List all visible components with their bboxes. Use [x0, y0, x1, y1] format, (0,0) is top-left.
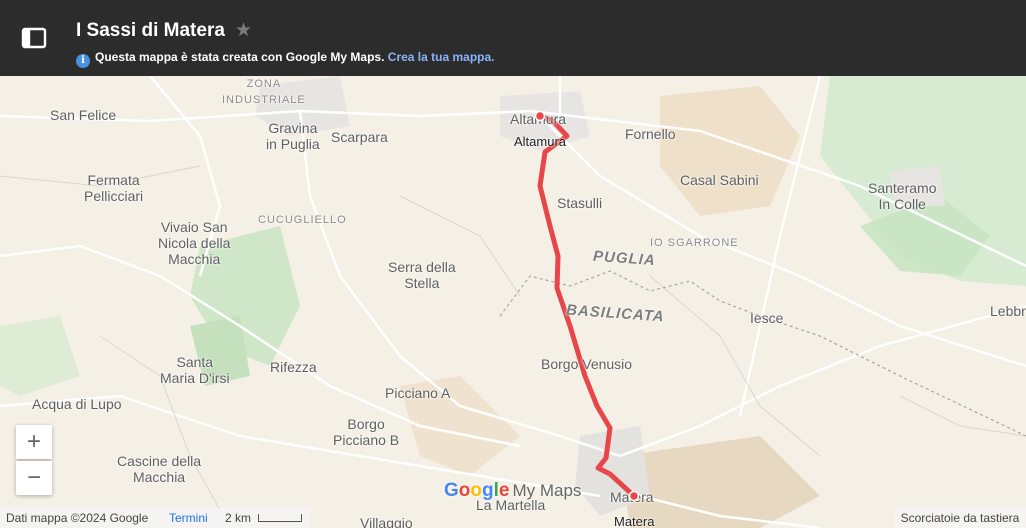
my-maps-label: My Maps — [512, 481, 582, 500]
label-zona-industriale: ZONA INDUSTRIALE — [222, 78, 306, 106]
label-san-felice: San Felice — [50, 107, 117, 123]
map-title: I Sassi di Matera — [76, 20, 225, 41]
label-fornello: Fornello — [625, 126, 676, 142]
scale-bar — [258, 514, 302, 522]
label-stasulli: Stasulli — [557, 195, 603, 211]
label-rifezza: Rifezza — [270, 359, 317, 375]
label-scarpara: Scarpara — [331, 129, 388, 145]
label-santeramo: Santeramo In Colle — [868, 180, 937, 212]
scale-label[interactable]: 2 km — [225, 508, 251, 528]
label-picciano-a: Picciano A — [385, 385, 451, 401]
label-matera-pin: Matera — [614, 514, 655, 528]
side-panel-icon — [21, 27, 47, 49]
label-altamura-pin: Altamura — [514, 134, 567, 149]
label-borgo-picciano: Borgo Picciano B — [333, 416, 400, 448]
label-vivaio: Vivaio San Nicola della Macchia — [158, 219, 231, 267]
label-io-sgarrone: IO SGARRONE — [650, 237, 739, 249]
google-my-maps-logo: Google My Maps — [444, 480, 581, 502]
altamura-pin[interactable] — [534, 110, 546, 122]
toggle-panel-button[interactable] — [14, 22, 54, 56]
label-borgo-venusio: Borgo Venusio — [541, 356, 633, 372]
matera-pin[interactable] — [628, 490, 640, 502]
label-villaggio: Villaggio — [360, 515, 413, 528]
label-cucugliello: CUCUGLIELLO — [258, 214, 347, 226]
zoom-out-button[interactable]: − — [16, 461, 52, 495]
label-lebbri: Lebbri — [990, 303, 1026, 319]
terms-link[interactable]: Termini — [169, 508, 208, 528]
label-fermata-pellicciari: Fermata Pellicciari — [84, 172, 144, 204]
label-cascine-della-macchia: Cascine della Macchia — [117, 453, 202, 485]
label-iesce: Iesce — [750, 310, 784, 326]
label-santa-maria: Santa Maria D'irsi — [160, 354, 230, 386]
info-icon: i — [76, 54, 90, 68]
label-acqua-di-lupo: Acqua di Lupo — [32, 396, 122, 412]
keyboard-shortcuts-link[interactable]: Scorciatoie da tastiera — [894, 508, 1026, 528]
map-canvas[interactable]: ZONA INDUSTRIALE San Felice Gravina in P… — [0, 76, 1026, 528]
map-attribution-line: i Questa mappa è stata creata con Google … — [76, 50, 495, 68]
label-serra-della-stella: Serra della Stella — [388, 259, 456, 291]
label-casal-sabini: Casal Sabini — [680, 172, 759, 188]
google-logo: Google — [444, 480, 510, 501]
map-header: I Sassi di Matera ★ i Questa mappa è stat… — [0, 0, 1026, 76]
star-icon[interactable]: ★ — [235, 19, 252, 42]
map-data-credit: Dati mappa ©2024 Google — [6, 511, 149, 525]
label-gravina: Gravina in Puglia — [266, 120, 320, 152]
create-map-link[interactable]: Crea la tua mappa. — [388, 50, 495, 64]
zoom-in-button[interactable]: + — [16, 425, 52, 459]
created-with-text: Questa mappa è stata creata con Google M… — [95, 50, 385, 64]
